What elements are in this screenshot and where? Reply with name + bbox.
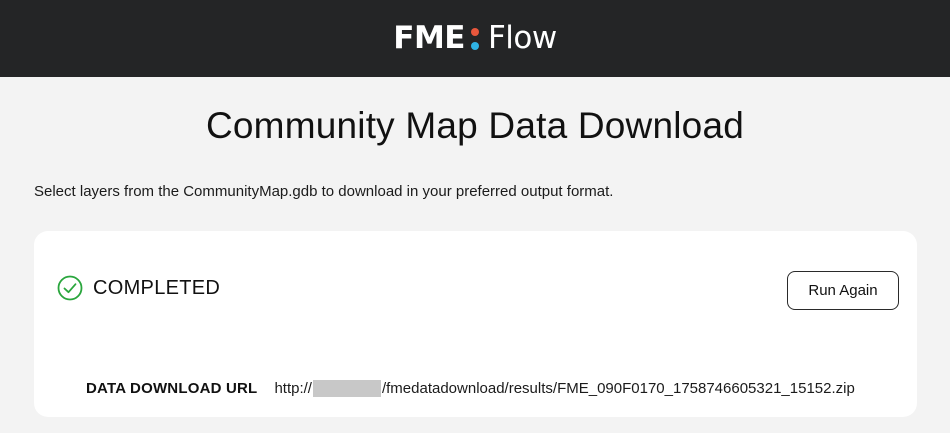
run-again-button[interactable]: Run Again [787,271,899,310]
logo-dot-blue [470,41,479,50]
logo-dots-icon [470,27,479,50]
url-prefix: http:// [274,380,312,397]
job-status: COMPLETED [57,275,220,301]
result-card: COMPLETED Run Again DATA DOWNLOAD URL ht… [34,231,917,417]
app-header: FME Flow [0,0,950,77]
check-circle-icon [57,275,83,301]
redacted-host [312,380,381,397]
page-description: Select layers from the CommunityMap.gdb … [34,183,614,200]
download-url-label: DATA DOWNLOAD URL [86,380,258,397]
fme-flow-logo: FME Flow [393,20,557,56]
download-url-link[interactable]: http:// /fmedatadownload/results/FME_090… [274,380,855,397]
page-title: Community Map Data Download [205,105,744,146]
url-suffix: /fmedatadownload/results/FME_090F0170_17… [381,380,855,397]
logo-text-flow: Flow [487,20,557,56]
logo-dot-orange [470,27,479,36]
status-text: COMPLETED [93,276,221,299]
download-url-row: DATA DOWNLOAD URL http:// /fmedatadownlo… [86,380,855,397]
logo-text-fme: FME [393,20,465,56]
